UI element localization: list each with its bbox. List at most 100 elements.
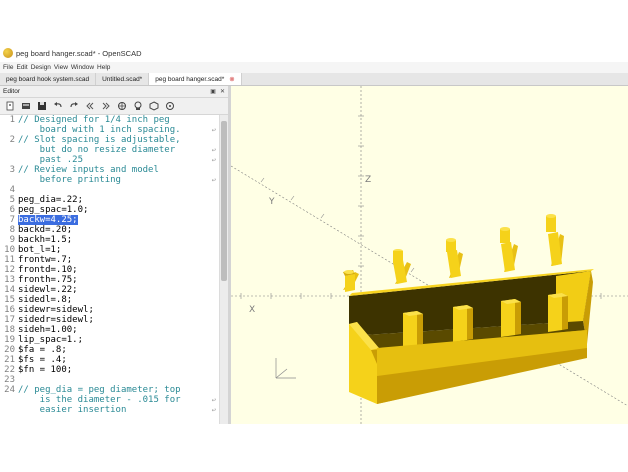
unindent-icon[interactable] [83, 99, 97, 113]
window-title: peg board hanger.scad* - OpenSCAD [16, 48, 142, 58]
code-line[interactable]: before printing ↩ [0, 175, 218, 185]
render-icon[interactable] [131, 99, 145, 113]
menu-help[interactable]: Help [97, 64, 110, 71]
menu-file[interactable]: File [3, 64, 13, 71]
line-number [0, 175, 18, 185]
line-wrap-icon: ↩ [211, 396, 216, 404]
openscad-window: peg board hanger.scad* - OpenSCAD File E… [0, 44, 628, 424]
open-file-icon[interactable] [19, 99, 33, 113]
menu-design[interactable]: Design [31, 64, 51, 71]
line-number: 8 [9, 225, 15, 235]
undo-icon[interactable] [51, 99, 65, 113]
code-line[interactable]: 16 sidewr=sidewl; [0, 305, 218, 315]
code-line[interactable]: 13 fronth=.75; [0, 275, 218, 285]
code-text: sidedr=sidewl; [18, 315, 94, 325]
code-text: sidewl=.22; [18, 285, 78, 295]
code-text: $fn = 100; [18, 365, 73, 375]
line-number: 10 [4, 245, 15, 255]
code-text: sideh=1.00; [18, 325, 78, 335]
code-line[interactable]: 7 backw=4.25; [0, 215, 218, 225]
tab-peg-board-hanger[interactable]: peg board hanger.scad* ⊗ [149, 73, 242, 85]
code-editor[interactable]: 1// Designed for 1/4 inch peg board with… [0, 115, 228, 424]
peg-board-hanger-model [343, 214, 594, 404]
code-line[interactable]: 10 bot_l=1; [0, 245, 218, 255]
code-line[interactable]: 5 peg_dia=.22; [0, 195, 218, 205]
line-number: 18 [4, 325, 15, 335]
code-line[interactable]: 12 frontd=.10; [0, 265, 218, 275]
code-text: fronth=.75; [18, 275, 78, 285]
code-line[interactable]: 15 sidedl=.8; [0, 295, 218, 305]
close-dock-icon[interactable]: ✕ [220, 88, 225, 95]
menu-view[interactable]: View [54, 64, 68, 71]
code-line[interactable]: board with 1 inch spacing. ↩ [0, 125, 218, 135]
editor-scrollbar[interactable] [219, 115, 228, 424]
line-number: 13 [4, 275, 15, 285]
line-number: 2 [9, 135, 15, 145]
redo-icon[interactable] [67, 99, 81, 113]
code-line[interactable]: 21 $fs = .4; [0, 355, 218, 365]
line-number: 21 [4, 355, 15, 365]
scrollbar-thumb[interactable] [221, 121, 227, 281]
line-number [0, 145, 18, 155]
export-stl-icon[interactable] [147, 99, 161, 113]
code-line[interactable]: easier insertion ↩ [0, 405, 218, 415]
code-line[interactable]: past .25 ↩ [0, 155, 218, 165]
code-line[interactable]: 20 $fa = .8; [0, 345, 218, 355]
tab-untitled[interactable]: Untitled.scad* [96, 73, 150, 85]
code-line[interactable]: 18 sideh=1.00; [0, 325, 218, 335]
editor-toolbar [0, 98, 228, 115]
line-number: 20 [4, 345, 15, 355]
code-text: before printing [18, 175, 121, 185]
selected-code-text: backw=4.25; [18, 215, 78, 225]
menu-edit[interactable]: Edit [16, 64, 27, 71]
3d-viewport[interactable]: Z X Y Y [231, 86, 628, 424]
code-line[interactable]: 24// peg_dia = peg diameter; top [0, 385, 218, 395]
code-line[interactable]: 9 backh=1.5; [0, 235, 218, 245]
line-number: 23 [4, 375, 15, 385]
float-dock-icon[interactable]: ▣ [210, 88, 216, 95]
code-text: // Designed for 1/4 inch peg [18, 115, 170, 125]
indent-icon[interactable] [99, 99, 113, 113]
code-text: lip_spac=1.; [18, 335, 84, 345]
line-number: 5 [9, 195, 15, 205]
code-line[interactable]: 22 $fn = 100; [0, 365, 218, 375]
code-line[interactable]: 23 [0, 375, 218, 385]
code-text: past .25 [18, 155, 84, 165]
menu-window[interactable]: Window [71, 64, 94, 71]
tab-peg-board-hook-system[interactable]: peg board hook system.scad [0, 73, 97, 85]
tab-label: peg board hanger.scad* [155, 75, 225, 83]
save-icon[interactable] [35, 99, 49, 113]
code-text: peg_spac=1.0; [18, 205, 89, 215]
customizer-icon[interactable] [163, 99, 177, 113]
code-line[interactable]: 14 sidewl=.22; [0, 285, 218, 295]
code-line[interactable]: 1// Designed for 1/4 inch peg [0, 115, 218, 125]
code-line[interactable]: 19 lip_spac=1.; [0, 335, 218, 345]
line-number: 24 [4, 385, 15, 395]
code-line[interactable]: 2// Slot spacing is adjustable, [0, 135, 218, 145]
code-line[interactable]: but do no resize diameter ↩ [0, 145, 218, 155]
code-line[interactable]: 6 peg_spac=1.0; [0, 205, 218, 215]
code-line[interactable]: 8 backd=.20; [0, 225, 218, 235]
line-number: 22 [4, 365, 15, 375]
line-number: 16 [4, 305, 15, 315]
code-line[interactable]: 4 [0, 185, 218, 195]
new-file-icon[interactable] [3, 99, 17, 113]
line-number: 1 [9, 115, 15, 125]
line-wrap-icon: ↩ [211, 156, 216, 164]
code-text: frontd=.10; [18, 265, 78, 275]
line-number: 19 [4, 335, 15, 345]
line-number: 12 [4, 265, 15, 275]
code-line[interactable]: is the diameter - .015 for ↩ [0, 395, 218, 405]
code-line[interactable]: 17 sidedr=sidewl; [0, 315, 218, 325]
code-line[interactable]: 11 frontw=.7; [0, 255, 218, 265]
code-text: $fs = .4; [18, 355, 67, 365]
close-tab-icon[interactable]: ⊗ [229, 75, 234, 83]
line-number: 6 [9, 205, 15, 215]
orientation-gizmo [275, 358, 296, 379]
code-text: $fa = .8; [18, 345, 67, 355]
code-line[interactable]: 3// Review inputs and model [0, 165, 218, 175]
code-text: // Slot spacing is adjustable, [18, 135, 181, 145]
code-text: board with 1 inch spacing. [18, 125, 181, 135]
line-number: 15 [4, 295, 15, 305]
preview-icon[interactable] [115, 99, 129, 113]
